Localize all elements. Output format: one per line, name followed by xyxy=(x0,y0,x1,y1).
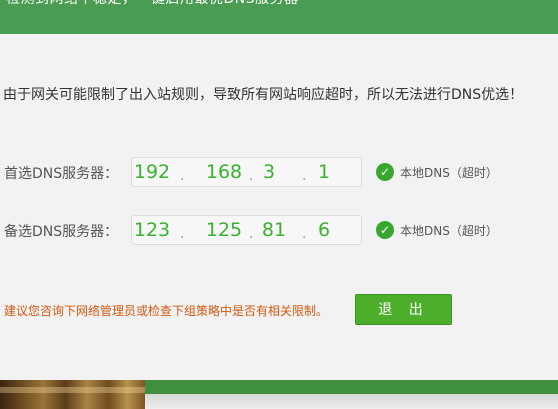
primary-octet-3[interactable]: 3 xyxy=(249,161,289,183)
bottom-green-bar xyxy=(145,380,558,394)
secondary-dns-input[interactable]: 123 . 125 . 81 . 6 xyxy=(131,215,362,245)
primary-dns-label: 首选DNS服务器： xyxy=(4,166,119,182)
secondary-octet-2[interactable]: 125 xyxy=(204,219,244,241)
exit-button[interactable]: 退 出 xyxy=(355,294,452,325)
bottom-shadow xyxy=(145,394,558,409)
advice-text: 建议您咨询下网络管理员或检查下组策略中是否有相关限制。 xyxy=(4,304,329,318)
secondary-dns-label: 备选DNS服务器： xyxy=(4,224,119,240)
primary-octet-1[interactable]: 192 xyxy=(132,161,172,183)
check-circle-icon: ✓ xyxy=(376,163,394,181)
octet-separator: . xyxy=(180,168,185,184)
octet-separator: . xyxy=(180,226,185,242)
secondary-octet-4[interactable]: 6 xyxy=(304,219,344,241)
background-photo xyxy=(0,380,145,409)
octet-separator: . xyxy=(249,226,254,242)
photo-highlight xyxy=(0,387,145,393)
notice-text: 由于网关可能限制了出入站规则，导致所有网站响应超时，所以无法进行DNS优选！ xyxy=(3,87,524,103)
primary-dns-status: ✓ 本地DNS（超时） xyxy=(376,163,498,181)
secondary-octet-1[interactable]: 123 xyxy=(132,219,172,241)
primary-status-text: 本地DNS（超时） xyxy=(400,165,498,180)
secondary-status-text: 本地DNS（超时） xyxy=(400,223,498,238)
primary-octet-4[interactable]: 1 xyxy=(304,161,344,183)
primary-octet-2[interactable]: 168 xyxy=(204,161,244,183)
secondary-octet-3[interactable]: 81 xyxy=(254,219,294,241)
banner-title: 检测到网络不稳定，一键启用最优DNS服务器 xyxy=(6,0,299,8)
secondary-dns-status: ✓ 本地DNS（超时） xyxy=(376,221,498,239)
top-banner: 检测到网络不稳定，一键启用最优DNS服务器 xyxy=(0,0,558,34)
check-circle-icon: ✓ xyxy=(376,221,394,239)
primary-dns-input[interactable]: 192 . 168 . 3 . 1 xyxy=(131,157,362,187)
